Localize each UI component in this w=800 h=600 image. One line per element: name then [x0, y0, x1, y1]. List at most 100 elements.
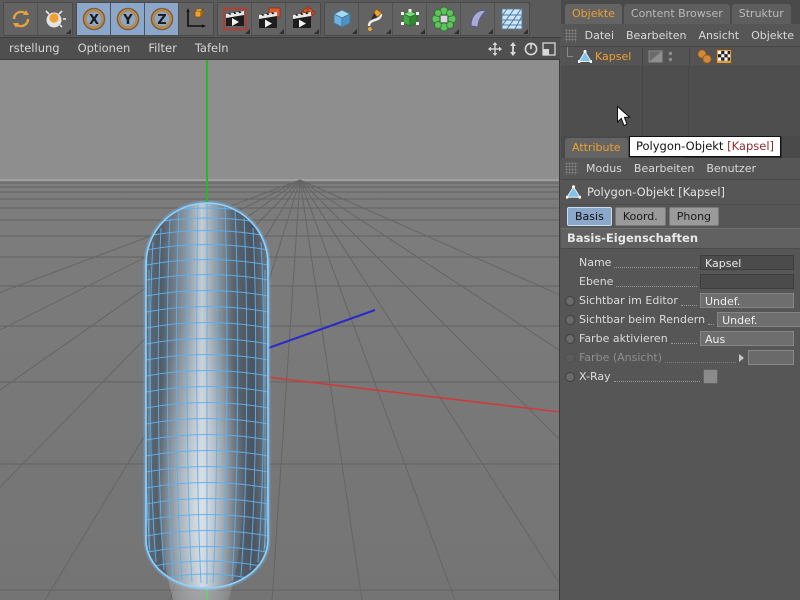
- viewport-menu-tafeln[interactable]: Tafeln: [186, 38, 238, 59]
- panel-grip-icon[interactable]: [565, 28, 577, 42]
- basis-eigenschaften-header: Basis-Eigenschaften: [561, 228, 800, 249]
- undo-redo-icon[interactable]: [4, 2, 38, 35]
- om-row-visibility-cell[interactable]: [642, 47, 690, 66]
- viewport-menu-darstellung[interactable]: rstellung: [0, 38, 69, 59]
- toolbar-group-create: [324, 1, 530, 36]
- expand-arrow-icon[interactable]: [739, 353, 744, 362]
- at-menu-modus[interactable]: Modus: [580, 162, 628, 175]
- ebene-field[interactable]: [700, 274, 794, 289]
- pan-tool-icon[interactable]: [487, 42, 502, 57]
- animate-bullet-icon: [565, 352, 575, 363]
- name-field[interactable]: Kapsel: [700, 255, 794, 270]
- viewport-menu-optionen[interactable]: Optionen: [69, 38, 140, 59]
- panel-grip-icon[interactable]: [565, 162, 578, 175]
- tab-struktur[interactable]: Struktur: [731, 4, 791, 24]
- object-manager-menubar: Datei Bearbeiten Ansicht Objekte: [561, 24, 800, 47]
- add-array-button[interactable]: [427, 2, 461, 35]
- submenu-corner: [314, 28, 319, 34]
- 3d-viewport[interactable]: [0, 60, 560, 600]
- farbe-aktivieren-dropdown[interactable]: Aus: [700, 331, 794, 346]
- x-axis-lock[interactable]: X: [77, 2, 111, 35]
- display-mode-icon[interactable]: [648, 50, 663, 63]
- at-menu-bearbeiten[interactable]: Bearbeiten: [628, 162, 700, 175]
- farbe-ansicht-swatch[interactable]: [748, 350, 794, 365]
- leader-dots: [613, 372, 700, 382]
- tab-objekte[interactable]: Objekte: [565, 4, 622, 24]
- viewport-menu-filter[interactable]: Filter: [139, 38, 185, 59]
- add-spline-button[interactable]: [359, 2, 393, 35]
- z-axis-lock[interactable]: Z: [145, 2, 179, 35]
- visibility-dots-icon[interactable]: [667, 50, 674, 63]
- maximize-view-icon[interactable]: [541, 42, 556, 57]
- om-row-tags-cell[interactable]: [690, 47, 800, 66]
- leader-dots: [670, 334, 697, 344]
- attribute-subtabs: Basis Koord. Phong: [561, 205, 800, 228]
- material-tag-icon[interactable]: [696, 49, 713, 64]
- dolly-tool-icon[interactable]: [505, 42, 520, 57]
- om-menu-objekte[interactable]: Objekte: [745, 29, 800, 42]
- render-view-button[interactable]: [218, 2, 252, 35]
- subtab-phong[interactable]: Phong: [668, 207, 720, 226]
- at-menu-benutzer[interactable]: Benutzer: [700, 162, 762, 175]
- sichtbar-editor-dropdown[interactable]: Undef.: [700, 293, 794, 308]
- add-cube-button[interactable]: [325, 2, 359, 35]
- animate-bullet-icon[interactable]: [565, 371, 575, 382]
- right-panel: Objekte Content Browser Struktur Datei B…: [561, 0, 800, 600]
- attr-row-farbe-aktivieren: Farbe aktivieren Aus: [561, 329, 800, 348]
- submenu-corner: [420, 28, 425, 34]
- tooltip-bracket: [Kapsel]: [727, 139, 775, 153]
- viewport-nav-group: [487, 38, 556, 60]
- add-generator-button[interactable]: [393, 2, 427, 35]
- tab-content-browser[interactable]: Content Browser: [623, 4, 730, 24]
- attribute-object-header: Polygon-Objekt [Kapsel]: [561, 180, 800, 205]
- world-object-coords[interactable]: [179, 3, 213, 35]
- submenu-corner: [352, 28, 357, 34]
- render-preview-icon[interactable]: [38, 3, 72, 35]
- attr-row-ebene: Ebene: [561, 272, 800, 291]
- om-row-name-cell[interactable]: Kapsel: [561, 47, 642, 66]
- y-axis-lock[interactable]: Y: [111, 2, 145, 35]
- submenu-corner: [454, 28, 459, 34]
- tab-attribute[interactable]: Attribute: [565, 138, 628, 158]
- z-axis-label: Z: [157, 13, 166, 28]
- sichtbar-rendern-dropdown[interactable]: Undef.: [717, 312, 800, 327]
- attr-row-sichtbar-editor: Sichtbar im Editor Undef.: [561, 291, 800, 310]
- texture-tag-icon[interactable]: [716, 49, 732, 64]
- polygon-object-icon: [566, 185, 581, 199]
- xray-checkbox[interactable]: [703, 369, 718, 384]
- subtab-basis[interactable]: Basis: [567, 207, 612, 226]
- om-menu-bearbeiten[interactable]: Bearbeiten: [620, 29, 692, 42]
- object-manager-body[interactable]: Kapsel Polygon-Objekt [Kapsel]: [561, 47, 800, 157]
- capsule-object: [143, 200, 271, 600]
- attr-label-xray: X-Ray: [579, 370, 611, 383]
- attr-row-xray: X-Ray: [561, 367, 800, 386]
- subtab-koord[interactable]: Koord.: [614, 207, 666, 226]
- attr-label-farbe-aktivieren: Farbe aktivieren: [579, 332, 668, 345]
- submenu-corner: [386, 28, 391, 34]
- animate-bullet-icon[interactable]: [565, 295, 575, 306]
- toolbar-group-axis: X Y Z: [76, 1, 214, 36]
- leader-dots: [708, 315, 715, 325]
- attr-row-sichtbar-rendern: Sichtbar beim Rendern Undef.: [561, 310, 800, 329]
- animate-bullet-icon[interactable]: [565, 333, 575, 344]
- leader-dots: [680, 296, 697, 306]
- table-row[interactable]: Kapsel: [561, 47, 800, 67]
- viewport-menubar: rstellung Optionen Filter Tafeln: [0, 38, 560, 60]
- mouse-cursor: [617, 105, 632, 131]
- object-manager-tabbar: Objekte Content Browser Struktur: [561, 0, 800, 24]
- render-settings[interactable]: [286, 3, 320, 35]
- animate-bullet-icon[interactable]: [565, 314, 575, 325]
- render-to-picture-viewer[interactable]: [252, 2, 286, 35]
- attribute-object-title: Polygon-Objekt [Kapsel]: [587, 185, 726, 199]
- toolbar-group-undo-redo: [3, 1, 73, 36]
- tree-branch-icon: [564, 47, 578, 63]
- attribute-manager-menubar: Modus Bearbeiten Benutzer: [561, 158, 800, 180]
- rotate-tool-icon[interactable]: [523, 42, 538, 57]
- add-scene-button[interactable]: [495, 3, 529, 35]
- toolbar-group-render: [217, 1, 321, 36]
- leader-dots: [616, 277, 697, 287]
- object-tooltip: Polygon-Objekt [Kapsel]: [629, 136, 782, 157]
- om-menu-ansicht[interactable]: Ansicht: [692, 29, 745, 42]
- add-deformer-button[interactable]: [461, 2, 495, 35]
- om-menu-datei[interactable]: Datei: [579, 29, 620, 42]
